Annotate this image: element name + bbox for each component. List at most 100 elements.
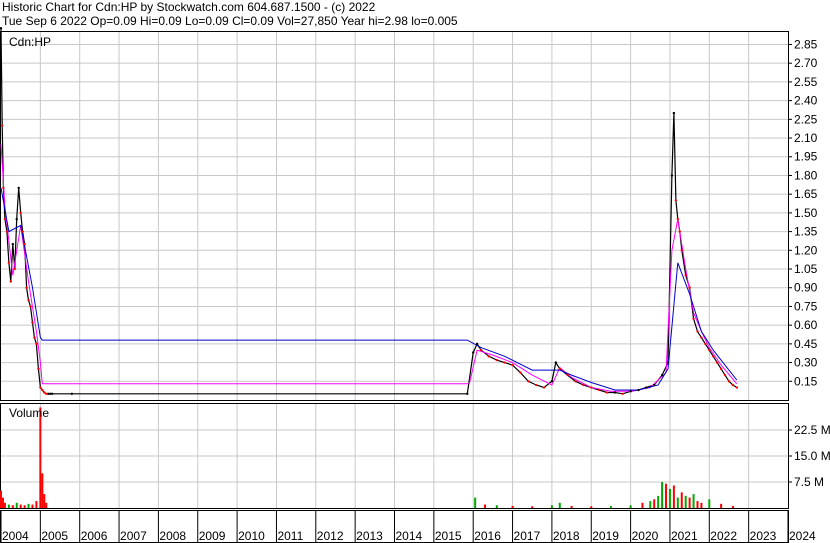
price-point: [503, 361, 506, 364]
price-point: [542, 386, 546, 389]
price-point: [712, 355, 715, 358]
price-point: [466, 392, 469, 395]
volume-tick-label: 15.0 M: [794, 449, 830, 463]
price-point: [684, 274, 687, 277]
volume-bar: [720, 503, 723, 508]
price-point: [11, 242, 15, 246]
price-point: [27, 299, 30, 302]
x-tick-label: 2014: [396, 529, 423, 543]
price-point: [534, 383, 538, 387]
price-point: [15, 217, 18, 221]
y-tick-label: 0.60: [794, 318, 818, 332]
price-point: [708, 348, 711, 352]
x-tick-label: 2013: [356, 529, 383, 543]
x-tick-label: 2017: [514, 529, 541, 543]
y-tick-label: 0.90: [794, 281, 818, 295]
price-point: [672, 111, 676, 115]
price-point: [674, 199, 678, 202]
price-point: [2, 186, 5, 190]
volume-bar: [27, 503, 30, 508]
volume-tick-label: 7.5 M: [794, 475, 824, 489]
stock-chart: 2004 2005 2006 2007 2008 2009 2010 2011 2012 2013…: [0, 27, 830, 543]
price-point: [700, 336, 703, 339]
volume-bar: [1, 497, 4, 508]
volume-bar: [700, 502, 703, 508]
volume-label: Volume: [9, 406, 49, 420]
price-point: [666, 361, 670, 364]
volume-bar: [11, 505, 14, 508]
x-tick-label: 2018: [553, 529, 580, 543]
y-tick-label: 2.55: [794, 75, 818, 89]
volume-bar: [3, 502, 6, 508]
price-point: [723, 373, 727, 377]
price-point: [0, 27, 3, 30]
volume-bar: [31, 504, 34, 508]
price-point: [29, 305, 32, 308]
price-point: [558, 367, 561, 371]
x-tick-label: 2021: [671, 529, 698, 543]
volume-bar: [696, 501, 699, 508]
volume-bar: [688, 497, 691, 508]
volume-bar: [661, 482, 664, 508]
x-tick-label: 2009: [199, 529, 226, 543]
price-point: [495, 358, 499, 362]
x-tick-label: 2019: [592, 529, 619, 543]
x-tick-label: 2007: [120, 529, 147, 543]
price-point: [511, 363, 514, 367]
volume-bar: [570, 505, 573, 508]
price-point: [13, 267, 16, 271]
symbol-label: Cdn:HP: [9, 35, 51, 49]
volume-bar: [731, 505, 734, 508]
volume-bar: [531, 506, 534, 508]
price-point: [527, 380, 530, 383]
price-point: [35, 342, 38, 346]
price-point: [678, 230, 681, 233]
volume-bar: [15, 502, 18, 508]
price-point: [39, 386, 42, 389]
y-tick-label: 2.85: [794, 37, 818, 51]
y-tick-label: 1.35: [794, 225, 818, 239]
price-point: [17, 186, 20, 190]
price-point: [7, 261, 11, 264]
price-point: [590, 386, 593, 389]
volume-bar: [41, 473, 44, 508]
volume-bar: [590, 506, 593, 508]
volume-tick-label: 22.5 M: [794, 423, 830, 437]
price-point: [670, 174, 674, 177]
volume-bar: [19, 504, 22, 508]
price-point: [5, 230, 9, 233]
price-point: [605, 391, 609, 394]
price-point: [487, 355, 491, 358]
price-point: [680, 249, 683, 252]
price-point: [582, 383, 585, 387]
y-tick-label: 1.05: [794, 262, 818, 276]
x-tick-label: 2006: [81, 529, 108, 543]
price-point: [566, 373, 569, 377]
price-point: [645, 386, 648, 389]
price-point: [653, 383, 656, 387]
volume-bar: [39, 407, 42, 508]
price-point: [715, 361, 719, 364]
price-point: [33, 336, 36, 339]
x-tick-label: 2008: [159, 529, 186, 543]
y-tick-label: 0.15: [794, 374, 818, 388]
y-tick-label: 2.40: [794, 94, 818, 108]
price-point: [70, 392, 74, 395]
price-point: [735, 386, 739, 389]
volume-bar: [7, 504, 10, 508]
y-tick-label: 1.80: [794, 168, 818, 182]
price-point: [637, 388, 640, 392]
price-point: [597, 388, 601, 392]
price-point: [41, 388, 44, 392]
price-point: [727, 380, 731, 383]
x-tick-label: 2024: [789, 529, 816, 543]
x-tick-label: 2010: [238, 529, 265, 543]
y-tick-label: 0.75: [794, 299, 818, 313]
price-point: [475, 342, 479, 346]
volume-bar: [35, 501, 38, 508]
volume-bar: [474, 497, 477, 508]
x-tick-label: 2015: [435, 529, 462, 543]
price-point: [613, 391, 617, 394]
price-point: [731, 383, 735, 387]
y-tick-label: 0.45: [794, 337, 818, 351]
